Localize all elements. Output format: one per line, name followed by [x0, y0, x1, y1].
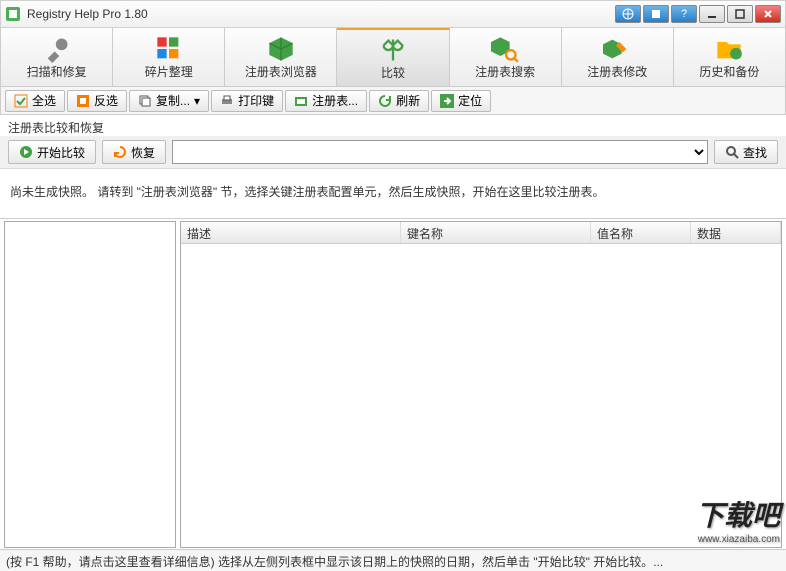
tab-search[interactable]: 注册表搜索 — [450, 28, 562, 86]
select-all-button[interactable]: 全选 — [5, 90, 65, 112]
col-data[interactable]: 数据 — [691, 222, 781, 243]
button-label: 反选 — [94, 92, 118, 109]
button-label: 注册表... — [312, 92, 358, 109]
search-button[interactable]: 查找 — [714, 140, 778, 164]
button-label: 恢复 — [131, 144, 155, 161]
button-label: 打印键 — [238, 92, 274, 109]
arrow-right-icon — [440, 94, 454, 108]
close-button[interactable] — [755, 5, 781, 23]
tab-history[interactable]: 历史和备份 — [674, 28, 785, 86]
wrench-icon — [43, 35, 71, 59]
tab-label: 注册表修改 — [587, 63, 647, 80]
minimize-button[interactable] — [699, 5, 725, 23]
secondary-toolbar: 全选 反选 复制... ▾ 打印键 注册表... 刷新 定位 — [0, 87, 786, 115]
window-controls: ? — [615, 5, 781, 23]
play-icon — [19, 145, 33, 159]
title-bar: Registry Help Pro 1.80 ? — [0, 0, 786, 28]
tab-label: 比较 — [381, 64, 405, 81]
tab-defrag[interactable]: 碎片整理 — [113, 28, 225, 86]
button-label: 查找 — [743, 144, 767, 161]
button-label: 复制... — [156, 92, 190, 109]
cube-icon — [267, 35, 295, 59]
grid-header: 描述 键名称 值名称 数据 — [181, 222, 781, 244]
col-valuename[interactable]: 值名称 — [591, 222, 691, 243]
tab-browser[interactable]: 注册表浏览器 — [225, 28, 337, 86]
check-icon — [14, 94, 28, 108]
tab-label: 碎片整理 — [145, 63, 193, 80]
blocks-icon — [155, 35, 183, 59]
grid-body[interactable] — [181, 244, 781, 547]
tab-modify[interactable]: 注册表修改 — [562, 28, 674, 86]
section-header: 注册表比较和恢复 — [0, 115, 786, 136]
copy-icon — [138, 94, 152, 108]
window-title: Registry Help Pro 1.80 — [27, 7, 615, 21]
regedit-button[interactable]: 注册表... — [285, 90, 367, 112]
edit-cube-icon — [603, 35, 631, 59]
col-description[interactable]: 描述 — [181, 222, 401, 243]
search-cube-icon — [491, 35, 519, 59]
snapshot-list[interactable] — [4, 221, 176, 548]
app-icon — [5, 6, 21, 22]
restore-button[interactable]: 恢复 — [102, 140, 166, 164]
button-label: 全选 — [32, 92, 56, 109]
globe-icon[interactable] — [615, 5, 641, 23]
status-bar[interactable]: (按 F1 帮助，请点击这里查看详细信息) 选择从左侧列表框中显示该日期上的快照… — [0, 549, 786, 571]
button-label: 开始比较 — [37, 144, 85, 161]
invert-selection-button[interactable]: 反选 — [67, 90, 127, 112]
restore-icon — [113, 145, 127, 159]
regedit-icon — [294, 94, 308, 108]
maximize-button[interactable] — [727, 5, 753, 23]
tab-scan-repair[interactable]: 扫描和修复 — [1, 28, 113, 86]
refresh-button[interactable]: 刷新 — [369, 90, 429, 112]
button-label: 定位 — [458, 92, 482, 109]
copy-button[interactable]: 复制... ▾ — [129, 90, 209, 112]
print-button[interactable]: 打印键 — [211, 90, 283, 112]
button-label: 刷新 — [396, 92, 420, 109]
magnifier-icon — [725, 145, 739, 159]
tab-compare[interactable]: 比较 — [337, 28, 449, 86]
locate-button[interactable]: 定位 — [431, 90, 491, 112]
chevron-down-icon: ▾ — [194, 94, 200, 108]
info-message: 尚未生成快照。 请转到 "注册表浏览器" 节，选择关键注册表配置单元，然后生成快… — [0, 169, 786, 218]
invert-icon — [76, 94, 90, 108]
main-tab-bar: 扫描和修复 碎片整理 注册表浏览器 比较 注册表搜索 注册表修改 历史和备份 — [0, 28, 786, 87]
tab-label: 历史和备份 — [699, 63, 759, 80]
col-keyname[interactable]: 键名称 — [401, 222, 591, 243]
action-row: 开始比较 恢复 查找 — [0, 136, 786, 169]
content-area: 描述 键名称 值名称 数据 — [0, 218, 786, 550]
start-compare-button[interactable]: 开始比较 — [8, 140, 96, 164]
tab-label: 扫描和修复 — [27, 63, 87, 80]
folder-clock-icon — [715, 35, 743, 59]
skin-icon[interactable] — [643, 5, 669, 23]
help-icon[interactable]: ? — [671, 5, 697, 23]
tab-label: 注册表搜索 — [475, 63, 535, 80]
refresh-icon — [378, 94, 392, 108]
scale-icon — [379, 36, 407, 60]
snapshot-combo[interactable] — [172, 140, 708, 164]
printer-icon — [220, 94, 234, 108]
results-grid: 描述 键名称 值名称 数据 — [180, 221, 782, 548]
tab-label: 注册表浏览器 — [245, 63, 317, 80]
